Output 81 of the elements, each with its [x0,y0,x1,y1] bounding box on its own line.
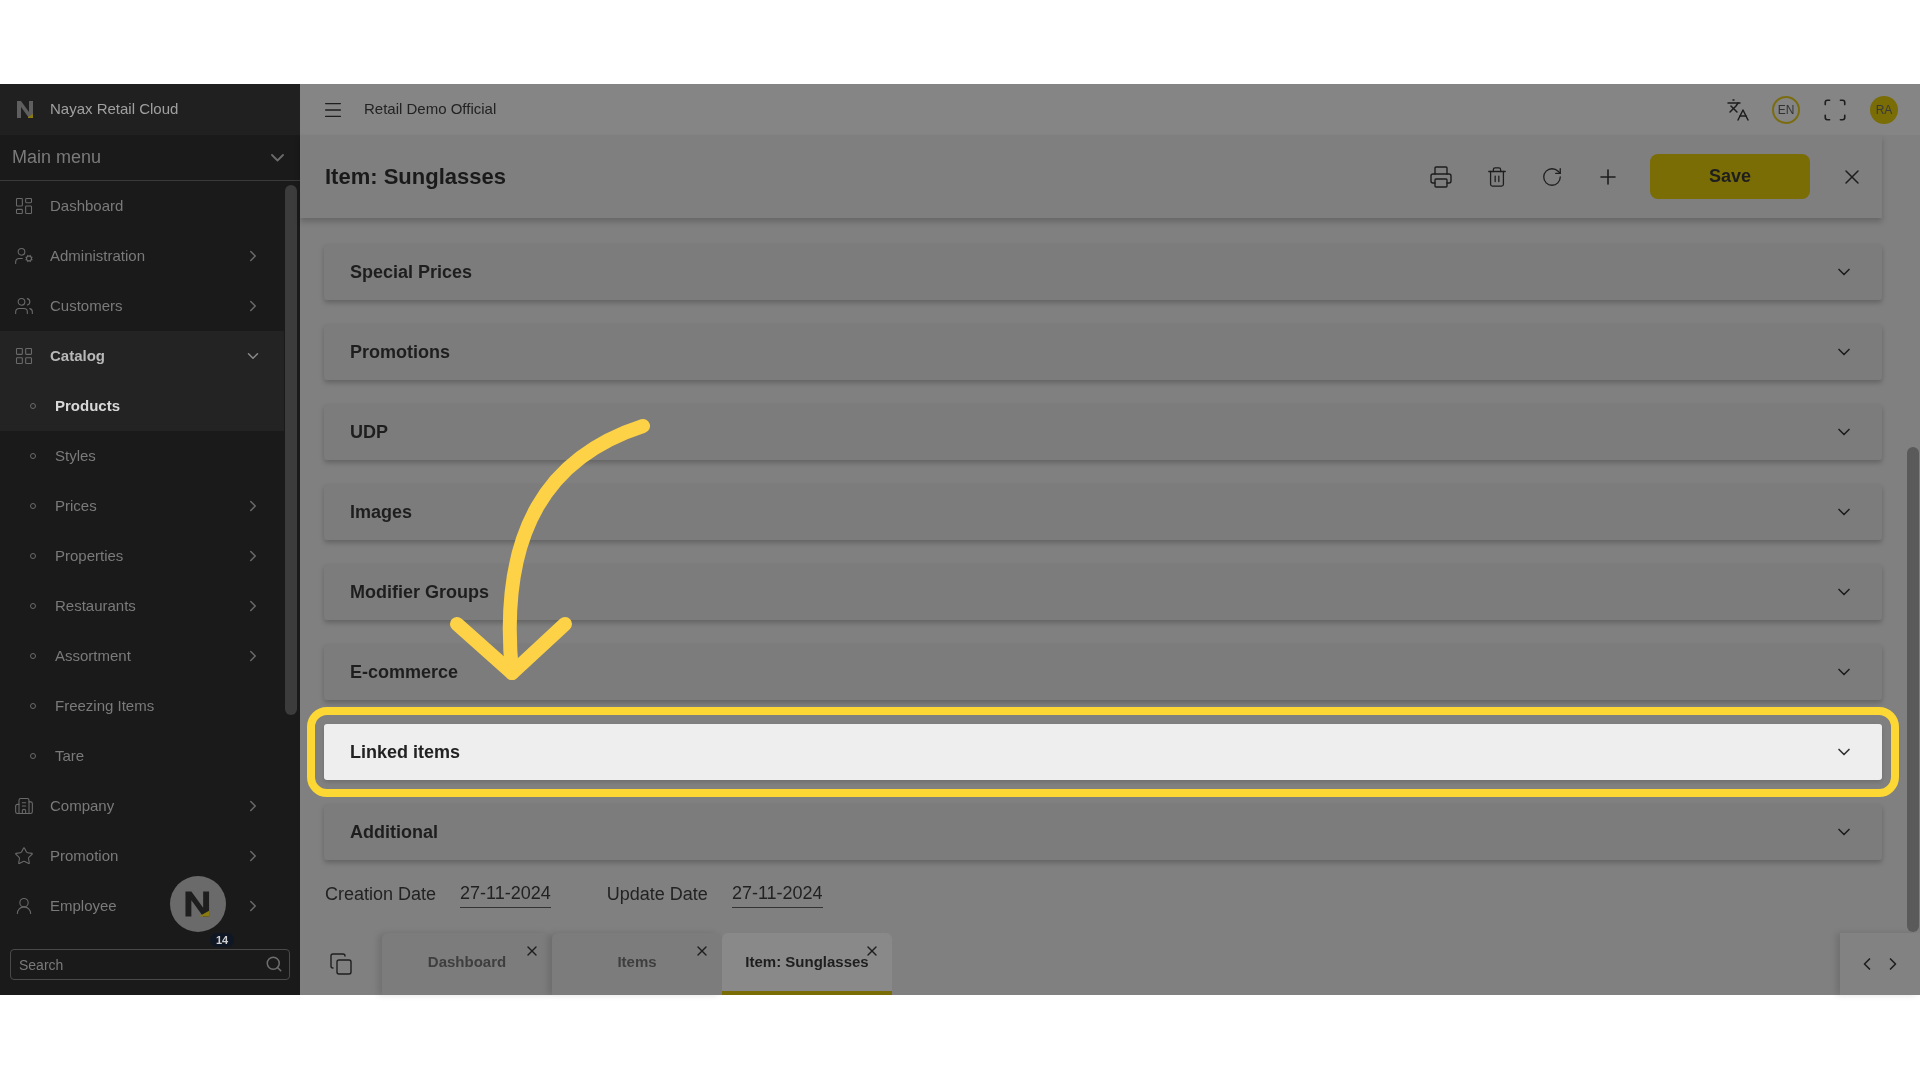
logo-icon [184,890,212,918]
sidebar-item-label: Properties [55,545,124,566]
sidebar-item-label: Promotion [50,845,119,866]
sidebar-item[interactable]: Restaurants [0,581,284,631]
sidebar-item[interactable]: Employee [0,881,284,931]
date-value: 27-11-2024 [731,880,823,908]
page-title: Item: Sunglasses [325,163,506,191]
sidebar-item[interactable]: Products [0,381,284,431]
sidebar-item-label: Products [55,395,120,416]
scrollbar[interactable] [1907,447,1919,932]
sidebar-item[interactable]: Catalog [0,331,284,381]
collapsible-section[interactable]: Images [324,484,1882,540]
section-title: Linked items [350,740,461,764]
trash-icon[interactable] [1486,165,1508,188]
section-title: Special Prices [350,260,473,284]
sidebar-item[interactable]: Administration [0,231,284,281]
sidebar-item[interactable]: Assortment [0,631,284,681]
collapsible-section[interactable]: E-commerce [324,644,1882,700]
section-title: Images [350,500,413,524]
star-icon [14,846,34,866]
sidebar-item-label: Dashboard [50,195,124,216]
sidebar-item-label: Restaurants [55,595,136,616]
workspace-title: Retail Demo Official [364,99,497,120]
sidebar-item-label: Customers [50,295,123,316]
printer-icon[interactable] [1429,164,1453,189]
document-tab[interactable]: Items [552,933,722,995]
sidebar-item[interactable]: Prices [0,481,284,531]
sidebar-item-label: Styles [55,445,96,466]
person-icon [14,896,34,916]
floating-logo-button[interactable] [170,876,226,932]
search-field[interactable]: Search [10,949,290,980]
refresh-icon[interactable] [1541,165,1563,188]
collapsible-section[interactable]: Additional [324,804,1882,860]
notification-badge: 14 [210,933,235,947]
date-label: Creation Date [325,882,437,906]
document-tab[interactable]: Dashboard [382,933,552,995]
document-tab[interactable]: Item: Sunglasses [722,933,892,995]
collapsible-section[interactable]: UDP [324,404,1882,460]
fullscreen-icon[interactable] [1822,96,1848,123]
sidebar-item[interactable]: Company [0,781,284,831]
sidebar-item[interactable]: Dashboard [0,181,284,231]
section-title: UDP [350,420,388,444]
section-title: Additional [350,820,438,844]
collapsible-section[interactable]: Linked items [324,724,1882,780]
scrollbar[interactable] [285,185,297,715]
sidebar-item-label: Prices [55,495,97,516]
date-value: 27-11-2024 [460,880,551,908]
section-title: Promotions [350,340,450,364]
sidebar-item-label: Company [50,795,115,816]
sidebar-item[interactable]: Tare [0,731,284,781]
logo-icon [16,100,35,119]
section-title: E-commerce [350,660,459,684]
translate-icon[interactable] [1726,97,1750,122]
user-avatar[interactable]: RA [1870,95,1898,124]
search-icon [265,955,283,973]
sidebar-item[interactable]: Properties [0,531,284,581]
save-button[interactable]: Save [1650,154,1810,199]
chevron-down-icon [271,153,284,162]
tabs-overview-icon[interactable] [329,952,353,976]
sidebar-item[interactable]: Styles [0,431,284,481]
sidebar-item[interactable]: Freezing Items [0,681,284,731]
collapsible-section[interactable]: Modifier Groups [324,564,1882,620]
users-icon [14,296,34,316]
building-icon [14,796,34,816]
sidebar-item[interactable]: Promotion [0,831,284,881]
sidebar-item-label: Freezing Items [55,695,155,716]
user-gear-icon [14,246,34,266]
collapsible-section[interactable]: Promotions [324,324,1882,380]
grid-icon [14,346,34,366]
sidebar-item-label: Administration [50,245,146,266]
section-title: Modifier Groups [350,580,489,604]
app-name: Nayax Retail Cloud [50,99,179,120]
dashboard-icon [14,196,34,216]
collapsible-section[interactable]: Special Prices [324,244,1882,300]
date-label: Update Date [606,882,708,906]
sidebar-item[interactable]: Customers [0,281,284,331]
sidebar-item-label: Tare [55,745,85,766]
sidebar-item-label: Assortment [55,645,131,666]
sidebar-item-label: Employee [50,895,117,916]
language-button[interactable]: EN [1772,95,1800,124]
sidebar-item-label: Catalog [50,345,105,366]
